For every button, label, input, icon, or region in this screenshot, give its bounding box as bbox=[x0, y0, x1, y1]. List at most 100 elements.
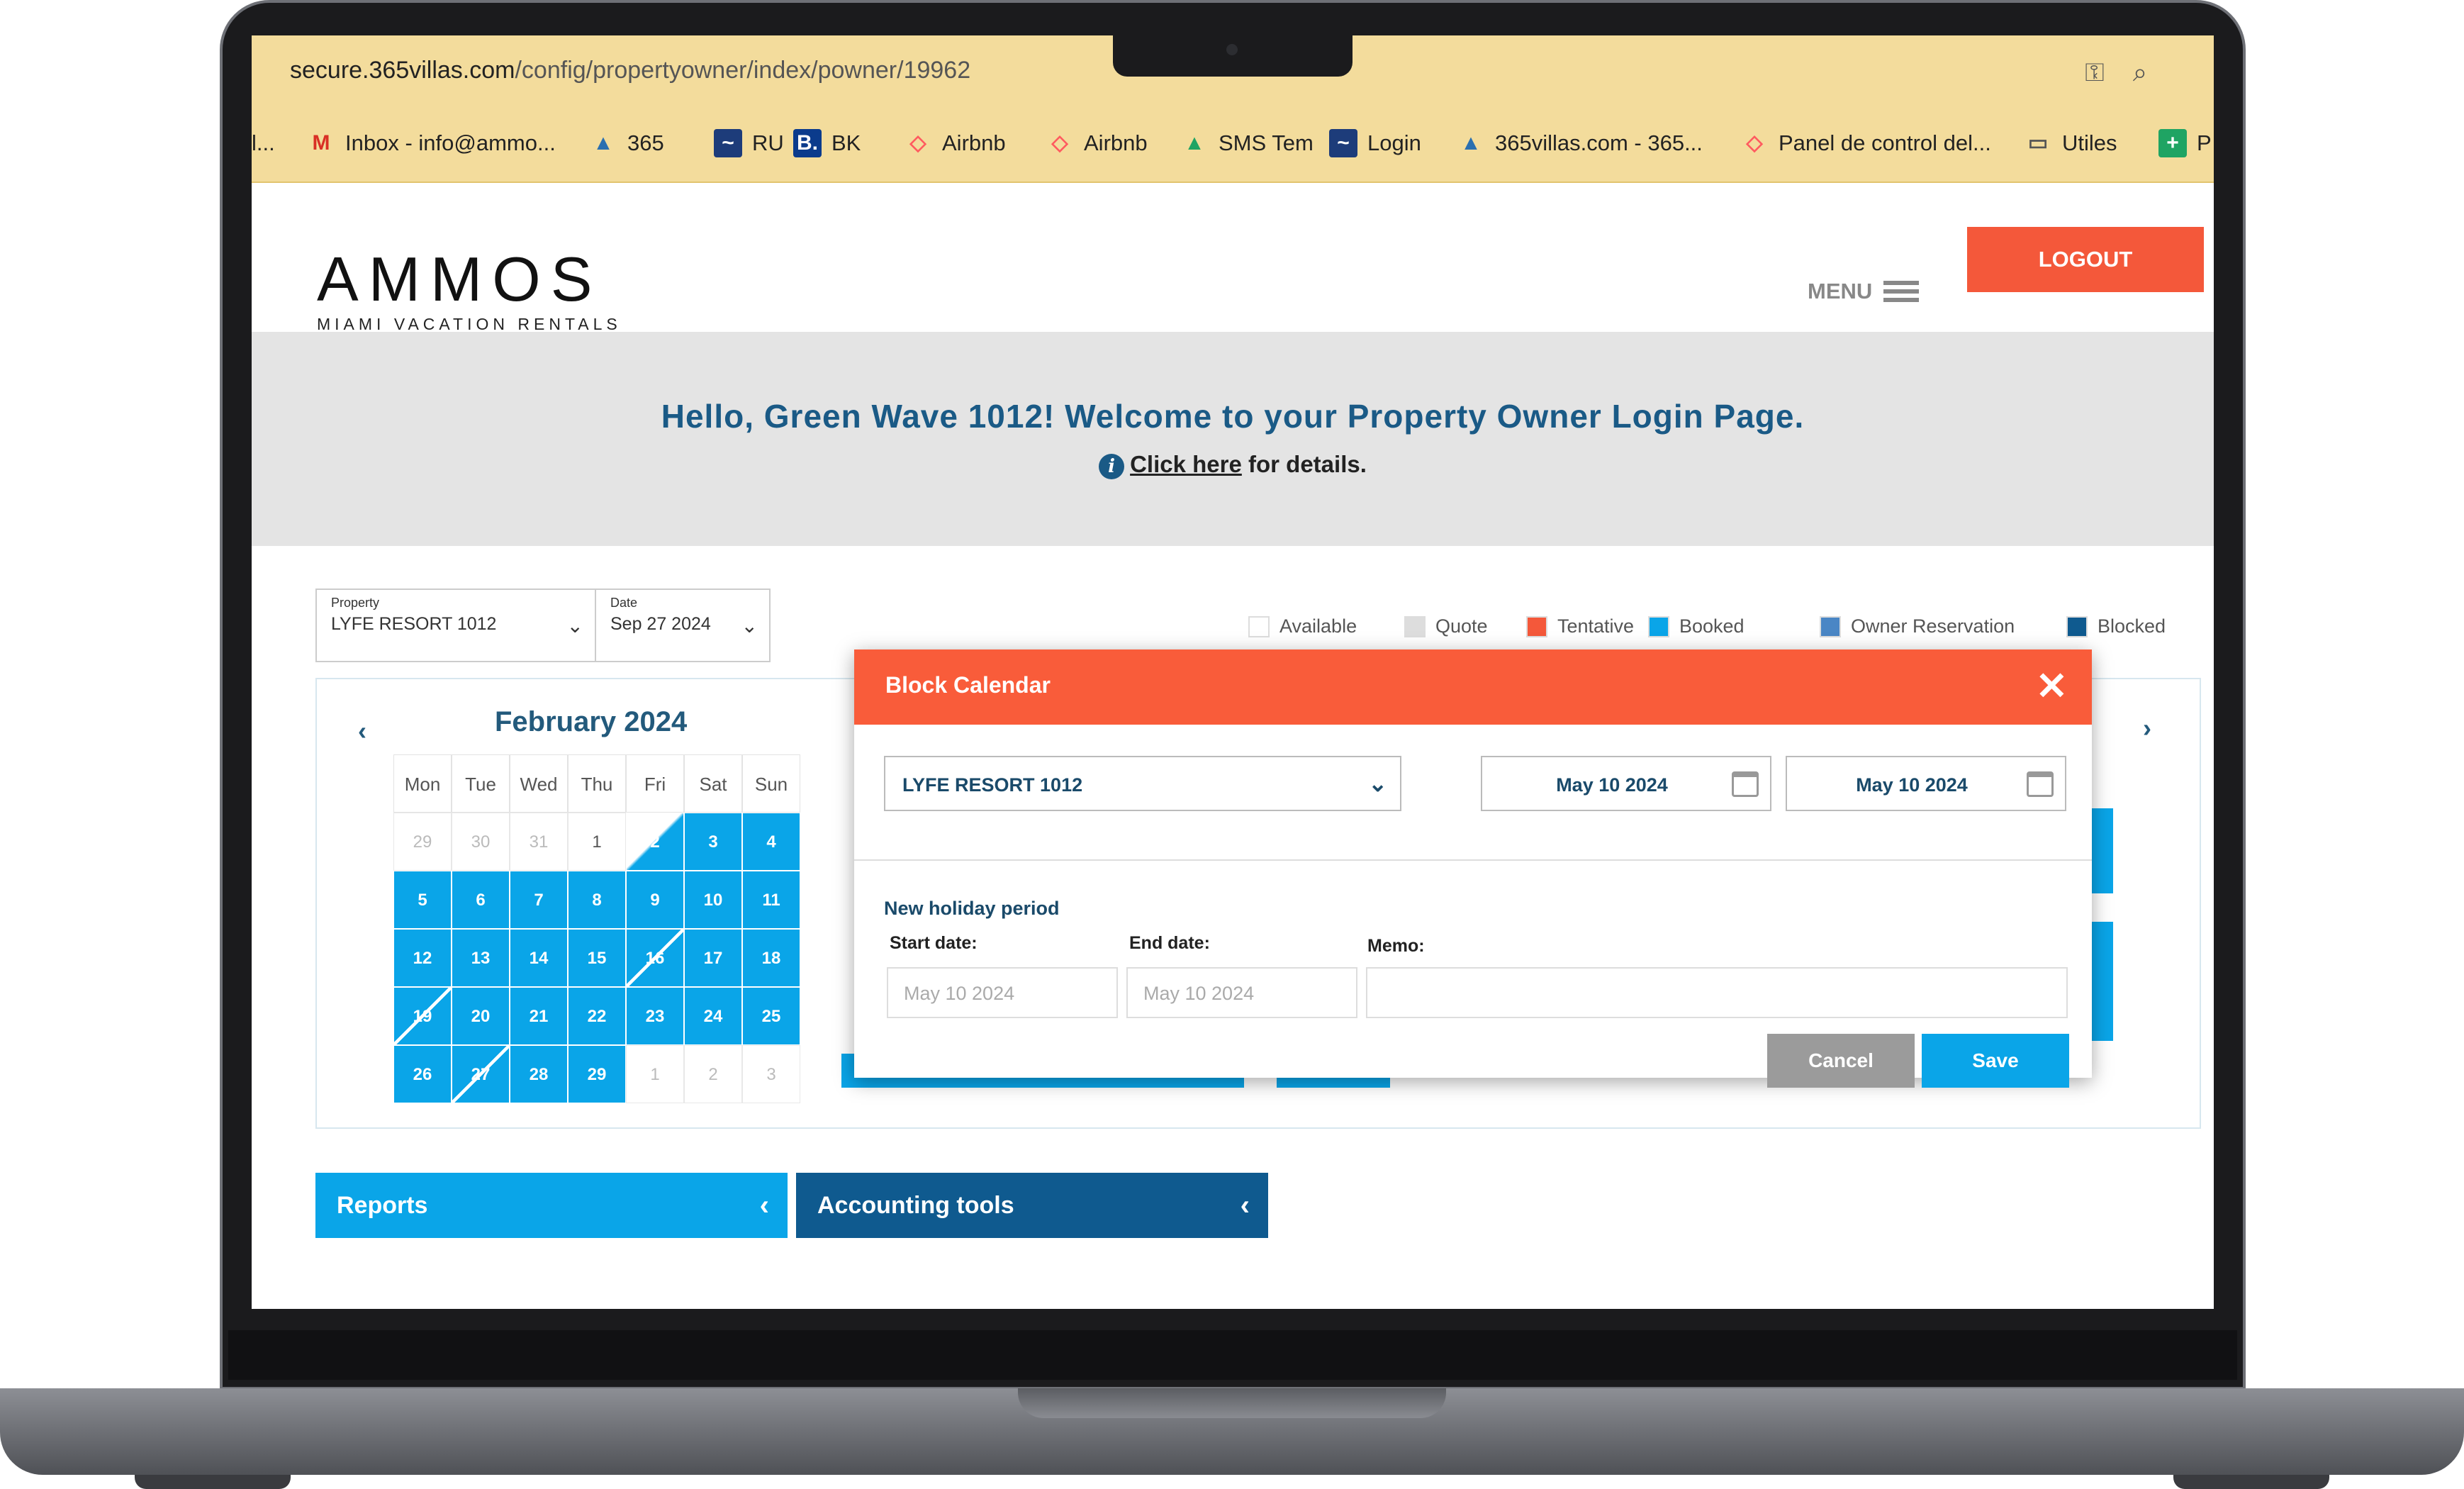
calendar-day[interactable]: 13 bbox=[452, 929, 510, 987]
chevron-left-icon: ‹ bbox=[1240, 1190, 1250, 1221]
prev-month-icon[interactable]: ‹ bbox=[358, 716, 366, 746]
calendar-day[interactable]: 29 bbox=[568, 1045, 626, 1103]
date-label: Date bbox=[610, 596, 638, 610]
bookmark-0[interactable]: l... bbox=[252, 129, 275, 157]
legend-item-available: Available bbox=[1248, 615, 1357, 637]
bookmark-label: l... bbox=[252, 130, 275, 155]
chevron-left-icon: ‹ bbox=[759, 1190, 769, 1221]
calendar-day[interactable]: 21 bbox=[510, 987, 568, 1045]
laptop-base-notch bbox=[1018, 1388, 1446, 1418]
bookmark-3[interactable]: ~ RU bbox=[714, 129, 784, 157]
airbnb-icon: ◇ bbox=[1051, 131, 1068, 155]
reports-panel[interactable]: Reports ‹ bbox=[315, 1173, 788, 1238]
calendar-day[interactable]: 5 bbox=[393, 871, 452, 929]
bookmark-1[interactable]: M Inbox - info@ammo... bbox=[307, 129, 556, 157]
key-icon[interactable]: ⚿ bbox=[2081, 60, 2109, 85]
legend-swatch bbox=[1820, 615, 1841, 637]
weekday-header: Thu bbox=[568, 754, 626, 813]
calendar-day[interactable]: 16 bbox=[626, 929, 684, 987]
weekday-header: Fri bbox=[626, 754, 684, 813]
calendar-day[interactable]: 29 bbox=[393, 813, 452, 871]
logout-button[interactable]: LOGOUT bbox=[1967, 227, 2204, 292]
close-icon[interactable]: ✕ bbox=[2036, 664, 2068, 708]
bookmark-2[interactable]: ▲ 365 bbox=[589, 129, 664, 157]
calendar-day[interactable]: 3 bbox=[742, 1045, 800, 1103]
weekday-header: Sun bbox=[742, 754, 800, 813]
cancel-button[interactable]: Cancel bbox=[1767, 1034, 1915, 1088]
bookmark-label: P bbox=[2197, 130, 2212, 155]
calendar-day[interactable]: 1 bbox=[626, 1045, 684, 1103]
calendar-day[interactable]: 7 bbox=[510, 871, 568, 929]
calendar-day[interactable]: 31 bbox=[510, 813, 568, 871]
calendar-day[interactable]: 2 bbox=[684, 1045, 742, 1103]
calendar-day[interactable]: 23 bbox=[626, 987, 684, 1045]
calendar-day[interactable]: 8 bbox=[568, 871, 626, 929]
bookmark-label: 365 bbox=[627, 130, 664, 155]
calendar-icon bbox=[1732, 771, 1759, 797]
calendar-day[interactable]: 3 bbox=[684, 813, 742, 871]
calendar-day[interactable]: 22 bbox=[568, 987, 626, 1045]
calendar-day[interactable]: 25 bbox=[742, 987, 800, 1045]
bookmark-8[interactable]: ~ Login bbox=[1329, 129, 1421, 157]
property-select[interactable]: Property LYFE RESORT 1012 ⌄ bbox=[315, 589, 596, 662]
bookmark-11[interactable]: ▭ Utiles bbox=[2024, 129, 2117, 157]
modal-date-to[interactable]: May 10 2024 bbox=[1786, 756, 2066, 811]
bookmark-10[interactable]: ◇ Panel de control del... bbox=[1740, 129, 1990, 157]
hamburger-icon bbox=[1883, 277, 1920, 306]
bookmark-5[interactable]: ◇ Airbnb bbox=[904, 129, 1005, 157]
calendar-day[interactable]: 2 bbox=[626, 813, 684, 871]
calendar-day[interactable]: 10 bbox=[684, 871, 742, 929]
calendar-day[interactable]: 1 bbox=[568, 813, 626, 871]
calendar-day[interactable]: 20 bbox=[452, 987, 510, 1045]
date-select[interactable]: Date Sep 27 2024 ⌄ bbox=[595, 589, 771, 662]
calendar-day[interactable]: 6 bbox=[452, 871, 510, 929]
bookmark-6[interactable]: ◇ Airbnb bbox=[1046, 129, 1147, 157]
legend-label: Owner Reservation bbox=[1851, 615, 2015, 637]
calendar-day[interactable]: 15 bbox=[568, 929, 626, 987]
new-holiday-period-title: New holiday period bbox=[884, 898, 1060, 919]
start-date-value: May 10 2024 bbox=[904, 983, 1015, 1004]
calendar-day[interactable]: 14 bbox=[510, 929, 568, 987]
legend-label: Tentative bbox=[1557, 615, 1635, 637]
airbnb-icon: ◇ bbox=[909, 131, 926, 155]
calendar-day[interactable]: 26 bbox=[393, 1045, 452, 1103]
menu-button[interactable]: MENU bbox=[1808, 277, 1920, 306]
weekday-header: Wed bbox=[510, 754, 568, 813]
welcome-message: Hello, Green Wave 1012! Welcome to your … bbox=[661, 398, 1805, 435]
legend-label: Blocked bbox=[2098, 615, 2166, 637]
save-button[interactable]: Save bbox=[1922, 1034, 2069, 1088]
start-date-input[interactable]: May 10 2024 bbox=[887, 967, 1118, 1018]
calendar-day[interactable]: 11 bbox=[742, 871, 800, 929]
zoom-icon[interactable]: ⌕ bbox=[2126, 60, 2154, 85]
calendar-day[interactable]: 28 bbox=[510, 1045, 568, 1103]
calendar-day[interactable]: 27 bbox=[452, 1045, 510, 1103]
screen: secure.365villas.com/config/propertyowne… bbox=[252, 35, 2214, 1309]
calendar-day[interactable]: 4 bbox=[742, 813, 800, 871]
calendar-day[interactable]: 30 bbox=[452, 813, 510, 871]
calendar-day[interactable]: 24 bbox=[684, 987, 742, 1045]
bookmark-9[interactable]: ▲ 365villas.com - 365... bbox=[1457, 129, 1703, 157]
ammos-logo[interactable]: AMMOS MIAMI VACATION RENTALS bbox=[317, 248, 622, 334]
bookmark-12[interactable]: + P bbox=[2158, 129, 2212, 157]
calendar-day[interactable]: 18 bbox=[742, 929, 800, 987]
calendar-day[interactable]: 19 bbox=[393, 987, 452, 1045]
next-month-icon[interactable]: › bbox=[2143, 713, 2151, 743]
url-text[interactable]: secure.365villas.com/config/propertyowne… bbox=[290, 57, 970, 84]
chevron-down-icon: ⌄ bbox=[741, 615, 758, 637]
airbnb-icon: ◇ bbox=[1746, 131, 1763, 155]
weekday-header: Mon bbox=[393, 754, 452, 813]
calendar-day[interactable]: 17 bbox=[684, 929, 742, 987]
url-host: secure.365villas.com bbox=[290, 57, 515, 84]
calendar-day[interactable]: 12 bbox=[393, 929, 452, 987]
bookmark-4[interactable]: B. BK bbox=[793, 129, 861, 157]
click-here-link[interactable]: Click here bbox=[1130, 451, 1242, 477]
accounting-tools-panel[interactable]: Accounting tools ‹ bbox=[796, 1173, 1268, 1238]
accounting-tools-title: Accounting tools bbox=[817, 1192, 1014, 1219]
end-date-input[interactable]: May 10 2024 bbox=[1126, 967, 1357, 1018]
memo-input[interactable] bbox=[1366, 967, 2068, 1018]
property-label: Property bbox=[331, 596, 380, 610]
bookmark-7[interactable]: ▲ SMS Tem bbox=[1180, 129, 1314, 157]
modal-date-from[interactable]: May 10 2024 bbox=[1481, 756, 1771, 811]
modal-property-select[interactable]: LYFE RESORT 1012 ⌄ bbox=[884, 756, 1401, 811]
calendar-day[interactable]: 9 bbox=[626, 871, 684, 929]
